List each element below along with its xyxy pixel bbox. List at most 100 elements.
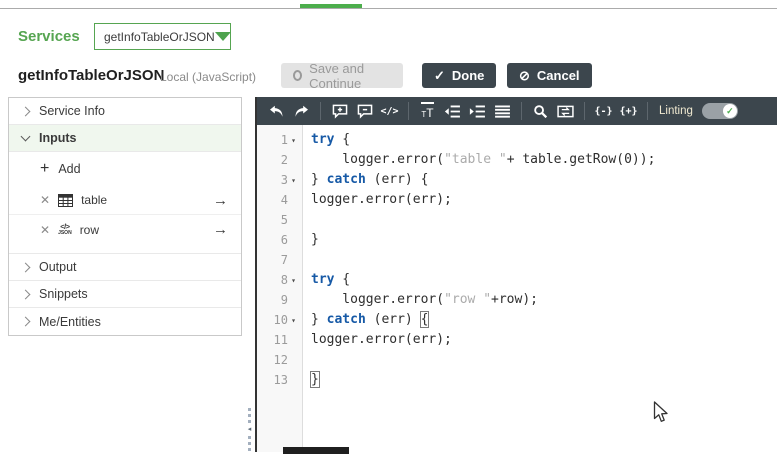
- top-divider: [0, 8, 777, 9]
- linting-toggle[interactable]: ✓: [701, 103, 738, 119]
- done-button[interactable]: ✓ Done: [422, 63, 497, 88]
- code-line[interactable]: logger.error("row "+row);: [311, 290, 777, 310]
- code-line[interactable]: [311, 250, 777, 270]
- me-entities-label: Me/Entities: [39, 314, 101, 329]
- gutter-line: 9: [280, 293, 288, 307]
- input-item-row[interactable]: ✕ </> JSON row →: [9, 215, 241, 244]
- sidebar-section-output[interactable]: Output: [9, 254, 241, 281]
- gutter-line: 6: [280, 233, 288, 247]
- toolbar-separator: [521, 102, 522, 120]
- sidebar-section-snippets[interactable]: Snippets: [9, 281, 241, 308]
- gutter-line[interactable]: 8 ▾: [257, 270, 302, 290]
- goto-input-arrow-icon[interactable]: →: [213, 221, 228, 238]
- services-heading: Services: [18, 28, 80, 45]
- gutter-line: 11: [273, 333, 288, 347]
- replace-icon[interactable]: [553, 100, 578, 122]
- done-button-label: Done: [451, 68, 485, 83]
- code-line[interactable]: try {: [311, 130, 777, 150]
- chevron-right-icon: [20, 289, 31, 299]
- code-line[interactable]: logger.error(err);: [311, 330, 777, 350]
- comment-add-icon[interactable]: [327, 100, 352, 122]
- service-editor-page: Services getInfoTableOrJSON getInfoTable…: [0, 0, 777, 454]
- delete-input-icon[interactable]: ✕: [40, 223, 50, 237]
- infotable-icon: [58, 193, 74, 207]
- chevron-down-icon: [20, 131, 31, 142]
- code-line[interactable]: try {: [311, 270, 777, 290]
- code-editor: </> TT {-} {+} Linting ✓ 1 ▾ 2 3 ▾ 4 5 6…: [255, 97, 777, 452]
- gutter-line[interactable]: 3 ▾: [257, 170, 302, 190]
- chevron-right-icon: [20, 316, 31, 327]
- comment-remove-icon[interactable]: [352, 100, 377, 122]
- undo-icon[interactable]: [264, 100, 289, 122]
- page-subtitle: Local (JavaScript): [160, 70, 257, 84]
- cancel-ban-icon: ⊘: [519, 67, 530, 83]
- align-lines-icon[interactable]: [490, 100, 515, 122]
- bottom-edge-bar: [283, 447, 349, 454]
- code-lines[interactable]: try { logger.error("table "+ table.getRo…: [303, 125, 777, 452]
- chevron-right-icon: [20, 262, 31, 272]
- code-line[interactable]: logger.error(err);: [311, 190, 777, 210]
- toolbar-separator: [320, 102, 321, 120]
- code-line[interactable]: }: [311, 230, 777, 250]
- gutter-line: 5: [280, 213, 288, 227]
- indent-icon[interactable]: [465, 100, 490, 122]
- save-circle-icon: [293, 70, 303, 81]
- editor-sidebar: Service Info Inputs + Add ✕ table → ✕ </…: [8, 97, 242, 336]
- panel-resize-handle[interactable]: ◂: [245, 408, 254, 451]
- code-line[interactable]: logger.error("table "+ table.getRow(0));: [311, 150, 777, 170]
- toolbar-separator: [584, 102, 585, 120]
- save-and-continue-button[interactable]: Save and Continue: [281, 60, 403, 91]
- unfold-braces-icon[interactable]: {+}: [616, 100, 641, 122]
- outdent-icon[interactable]: [440, 100, 465, 122]
- resize-arrow-icon: ◂: [247, 426, 252, 433]
- inputs-label: Inputs: [39, 131, 77, 145]
- dropdown-arrow-icon: [214, 32, 231, 41]
- snippets-label: Snippets: [39, 287, 88, 301]
- plus-icon: +: [40, 160, 50, 177]
- editor-gutter: 1 ▾ 2 3 ▾ 4 5 6 7 8 ▾ 9 10 ▾ 11 12 13: [257, 125, 303, 452]
- linting-label: Linting: [659, 105, 693, 117]
- code-line[interactable]: [311, 210, 777, 230]
- search-icon[interactable]: [528, 100, 553, 122]
- editor-body: 1 ▾ 2 3 ▾ 4 5 6 7 8 ▾ 9 10 ▾ 11 12 13 try { logger.error…: [257, 125, 777, 452]
- code-line[interactable]: } catch (err) {: [311, 310, 777, 330]
- sidebar-section-inputs[interactable]: Inputs: [9, 125, 241, 152]
- add-input-label: Add: [58, 162, 81, 176]
- sidebar-section-me-entities[interactable]: Me/Entities: [9, 308, 241, 335]
- gutter-line: 7: [280, 253, 288, 267]
- code-line[interactable]: [311, 350, 777, 370]
- toolbar-separator: [647, 102, 648, 120]
- page-title: getInfoTableOrJSON: [18, 67, 165, 84]
- goto-input-arrow-icon[interactable]: →: [213, 192, 228, 209]
- gutter-line: 13: [273, 373, 288, 387]
- redo-icon[interactable]: [289, 100, 314, 122]
- code-line[interactable]: }: [310, 370, 777, 390]
- text-cursor: [318, 372, 321, 387]
- mouse-cursor: [653, 401, 669, 430]
- fold-braces-icon[interactable]: {-}: [591, 100, 616, 122]
- add-input-button[interactable]: + Add: [9, 152, 241, 186]
- gutter-line[interactable]: 1 ▾: [257, 130, 302, 150]
- font-size-icon[interactable]: TT: [415, 100, 440, 122]
- gutter-line[interactable]: 10 ▾: [257, 310, 302, 330]
- cancel-button-label: Cancel: [536, 68, 580, 83]
- input-name: table: [81, 193, 108, 207]
- toolbar-separator: [408, 102, 409, 120]
- input-name: row: [79, 222, 100, 237]
- input-item-table[interactable]: ✕ table →: [9, 186, 241, 215]
- sidebar-section-service-info[interactable]: Service Info: [9, 98, 241, 125]
- json-icon: </> JSON: [58, 222, 72, 236]
- editor-toolbar: </> TT {-} {+} Linting ✓: [257, 97, 777, 125]
- service-info-label: Service Info: [39, 104, 106, 118]
- cancel-button[interactable]: ⊘ Cancel: [507, 63, 592, 88]
- gutter-line: 4: [280, 193, 288, 207]
- code-icon[interactable]: </>: [377, 100, 402, 122]
- save-button-label: Save and Continue: [309, 60, 365, 91]
- service-select-value: getInfoTableOrJSON: [104, 29, 215, 44]
- inputs-panel: + Add ✕ table → ✕ </> JSON row →: [9, 152, 241, 254]
- delete-input-icon[interactable]: ✕: [40, 193, 50, 207]
- gutter-line: 12: [273, 353, 288, 367]
- gutter-line: 2: [280, 153, 288, 167]
- code-line[interactable]: } catch (err) {: [311, 170, 777, 190]
- service-select-dropdown[interactable]: getInfoTableOrJSON: [94, 23, 231, 50]
